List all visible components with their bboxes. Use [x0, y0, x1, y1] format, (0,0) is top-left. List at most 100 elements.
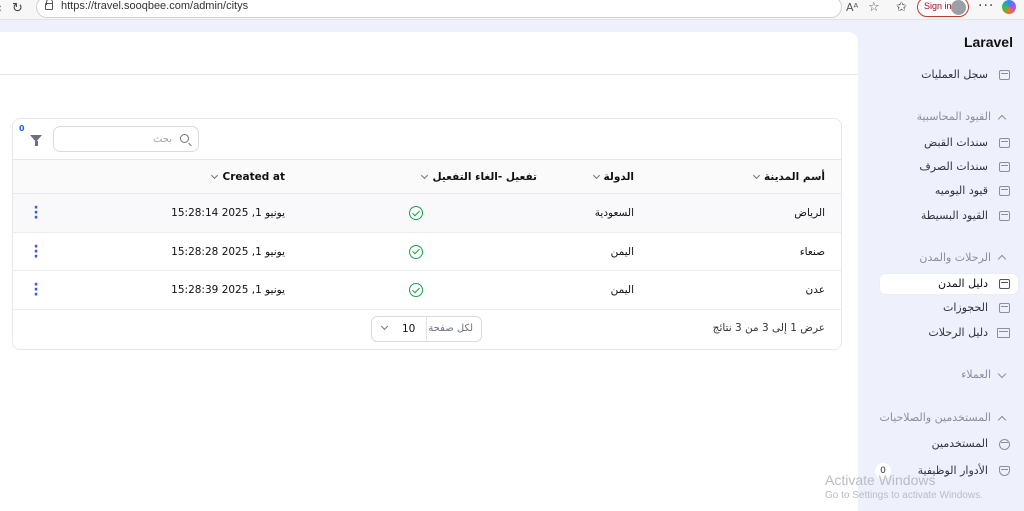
cities-table-card: 0 Created at تفعيل -الغاء التفعيل	[12, 118, 842, 350]
favorites-icon[interactable]: ✩	[896, 0, 907, 15]
row-actions-icon[interactable]: · · ·	[33, 278, 39, 302]
sidebar-item-payments[interactable]: سندات الصرف	[880, 157, 1018, 177]
per-page-label: لكل صفحة	[428, 323, 473, 334]
active-check-icon[interactable]	[409, 206, 423, 220]
table-row[interactable]: · · · يونيو 1, 2025 15:28:14 السعودية الري…	[13, 193, 841, 233]
filter-icon[interactable]	[30, 135, 42, 146]
column-created-at[interactable]: Created at	[13, 159, 303, 194]
address-bar[interactable]: https://travel.sooqbee.com/admin/citys	[36, 0, 842, 18]
chevron-up-icon[interactable]	[997, 254, 1007, 264]
activate-windows-subtitle: Go to Settings to activate Windows.	[825, 490, 983, 501]
lock-icon[interactable]	[45, 0, 53, 10]
city-name-value: صنعاء	[799, 245, 825, 258]
column-label: تفعيل -الغاء التفعيل	[432, 171, 537, 183]
activate-windows-title: Activate Windows	[825, 472, 936, 488]
sidebar-item-receipts[interactable]: سندات القبض	[880, 133, 1018, 153]
row-actions-icon[interactable]: · · ·	[33, 201, 39, 225]
folder-icon	[999, 211, 1010, 221]
sidebar-item-journal[interactable]: قيود اليوميه	[880, 181, 1018, 201]
city-name-value: الرياض	[794, 207, 825, 219]
reload-icon[interactable]: ↻	[12, 1, 23, 16]
created-cell: · · · يونيو 1, 2025 15:28:28	[13, 232, 303, 271]
sidebar-item-label: سندات الصرف	[919, 160, 988, 173]
sidebar-item-label: دليل المدن	[937, 277, 988, 290]
group-accounting[interactable]: القيود المحاسبية	[917, 110, 991, 123]
active-check-icon[interactable]	[409, 244, 423, 259]
copilot-icon[interactable]	[1002, 0, 1016, 14]
folder-icon	[999, 279, 1010, 289]
column-label: Created at	[222, 171, 285, 183]
sidebar-item-label: سجل العمليات	[921, 68, 988, 81]
created-value: يونيو 1, 2025 15:28:14	[171, 207, 285, 219]
sidebar-item-users[interactable]: المستخدمين	[880, 434, 1018, 454]
created-value: يونيو 1, 2025 15:28:39	[171, 284, 285, 296]
read-aloud-icon[interactable]: Aᴬ	[846, 1, 858, 14]
filter-count-badge: 0	[19, 124, 25, 133]
chevron-down-icon	[752, 171, 760, 180]
sign-in-label: Sign in	[924, 1, 952, 11]
column-city-name[interactable]: أسم المدينة	[668, 159, 841, 194]
sidebar-item-simple-entries[interactable]: القيود البسيطة	[880, 206, 1018, 226]
table-row[interactable]: · · · يونيو 1, 2025 15:28:28 اليمن صنعاء	[13, 232, 841, 271]
group-customers[interactable]: العملاء	[961, 368, 991, 381]
chevron-up-icon[interactable]	[997, 415, 1007, 425]
shield-icon	[999, 466, 1010, 476]
folder-icon	[999, 303, 1010, 313]
folder-icon	[999, 138, 1010, 148]
sidebar-item-label: الحجوزات	[942, 301, 988, 314]
activation-cell	[303, 232, 543, 271]
city-name-cell: عدن	[668, 270, 841, 310]
chevron-down-icon	[421, 171, 429, 180]
cities-table: Created at تفعيل -الغاء التفعيل الدولة أ…	[13, 159, 841, 310]
country-cell: السعودية	[543, 193, 668, 233]
per-page-divider	[426, 317, 427, 341]
city-name-value: عدن	[805, 284, 826, 296]
column-label: الدولة	[603, 171, 634, 183]
country-value: اليمن	[610, 245, 634, 258]
brand-title[interactable]: Laravel	[964, 34, 1013, 50]
search-input[interactable]	[72, 131, 172, 147]
per-page-value: 10	[402, 323, 416, 335]
sidebar-item-label: المستخدمين	[931, 437, 988, 450]
sidebar-item-label: دليل الرحلات	[928, 326, 988, 339]
activation-cell	[303, 270, 543, 310]
column-activation[interactable]: تفعيل -الغاء التفعيل	[303, 159, 543, 194]
created-cell: · · · يونيو 1, 2025 15:28:14	[13, 193, 303, 233]
sidebar-item-operations-log[interactable]: سجل العمليات	[880, 65, 1018, 85]
truck-icon	[997, 328, 1010, 338]
chevron-down-icon[interactable]	[997, 369, 1007, 379]
group-trips-cities[interactable]: الرحلات والمدن	[919, 251, 991, 264]
group-users-permissions[interactable]: المستخدمين والصلاحيات	[879, 411, 991, 424]
created-value: يونيو 1, 2025 15:28:28	[171, 245, 285, 258]
created-cell: · · · يونيو 1, 2025 15:28:39	[13, 270, 303, 310]
active-check-icon[interactable]	[409, 283, 423, 297]
chevron-down-icon	[380, 322, 389, 331]
per-page-select[interactable]: لكل صفحة 10	[371, 316, 482, 342]
header-divider	[0, 74, 858, 75]
column-country[interactable]: الدولة	[543, 159, 668, 194]
row-actions-icon[interactable]: · · ·	[33, 240, 39, 264]
search-icon	[180, 134, 189, 143]
sidebar-item-bookings[interactable]: الحجوزات	[880, 298, 1018, 318]
favorite-star-icon[interactable]: ☆	[868, 0, 880, 15]
city-name-cell: الرياض	[668, 193, 841, 233]
folder-icon	[999, 162, 1010, 172]
activation-cell	[303, 193, 543, 233]
folder-icon	[999, 186, 1010, 196]
folder-icon	[999, 70, 1010, 80]
more-icon[interactable]: ···	[978, 0, 994, 14]
table-row[interactable]: · · · يونيو 1, 2025 15:28:39 اليمن عدن	[13, 270, 841, 310]
pagination-summary: عرض 1 إلى 3 من 3 نتائج	[712, 322, 825, 334]
sidebar-item-cities[interactable]: دليل المدن	[880, 274, 1018, 294]
chevron-up-icon[interactable]	[997, 114, 1007, 124]
user-circle-icon	[999, 439, 1010, 450]
sidebar-item-label: القيود البسيطة	[920, 209, 988, 222]
search-box[interactable]	[53, 126, 199, 152]
back-icon[interactable]: ‹	[0, 1, 2, 15]
country-cell: اليمن	[543, 270, 668, 310]
sidebar-item-label: سندات القبض	[924, 136, 988, 149]
sign-in-button[interactable]: Sign in	[917, 0, 969, 17]
avatar	[951, 0, 966, 15]
city-name-cell: صنعاء	[668, 232, 841, 271]
sidebar-item-trips[interactable]: دليل الرحلات	[880, 323, 1018, 343]
